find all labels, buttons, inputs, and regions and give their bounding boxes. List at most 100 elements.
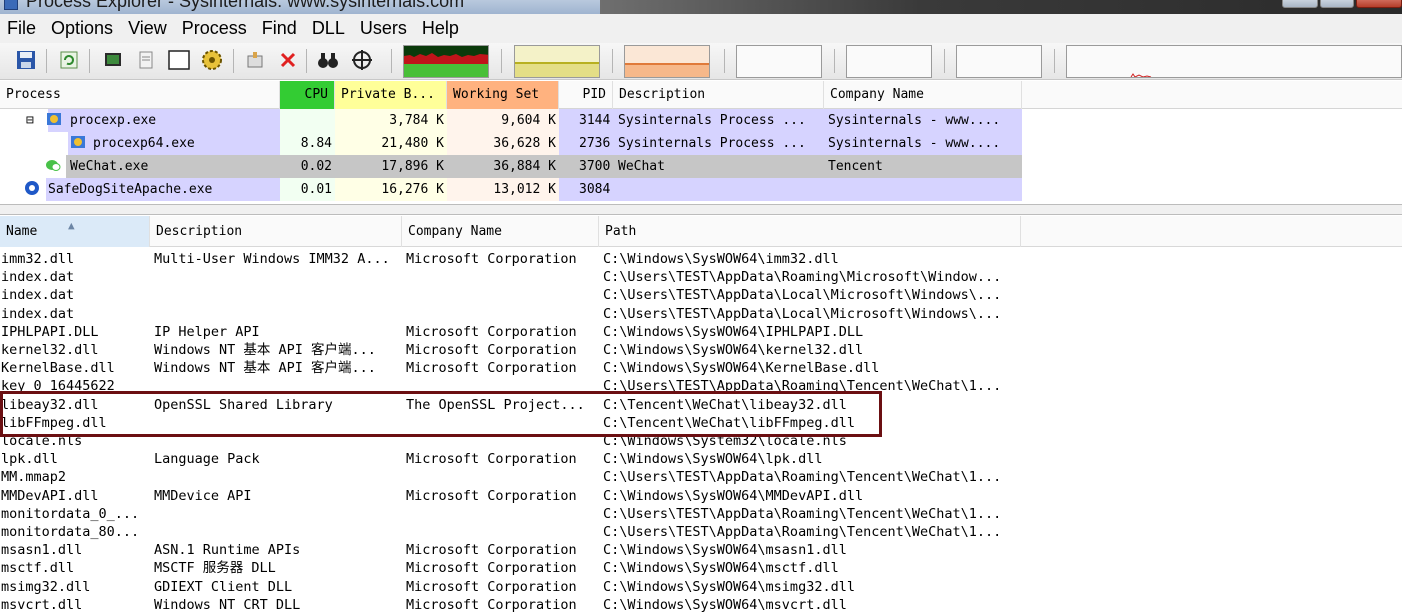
dll-row[interactable]: IPHLPAPI.DLL IP Helper API Microsoft Corpo… (0, 323, 1402, 341)
save-icon[interactable] (14, 48, 38, 72)
dll-company: Microsoft Corporation (406, 542, 577, 559)
dll-row[interactable]: MM.mmap2 C:\Users\TEST\AppData\Roaming\Te… (0, 468, 1402, 486)
dll-path: C:\Users\TEST\AppData\Roaming\Tencent\We… (603, 505, 1002, 522)
column-header-company-name[interactable]: Company Name (402, 216, 599, 247)
dll-path: C:\Windows\SysWOW64\kernel32.dll (603, 342, 864, 358)
company-value: Tencent (828, 159, 883, 174)
private-bytes-value: 16,276 K (381, 182, 444, 197)
dll-path: C:\Users\TEST\AppData\Local\Microsoft\Wi… (603, 305, 1002, 322)
maximize-button[interactable] (1320, 0, 1354, 8)
app-icon (4, 0, 18, 10)
dll-row[interactable]: index.dat C:\Users\TEST\AppData\Local\Mic… (0, 286, 1402, 304)
kill-process-icon[interactable] (276, 48, 300, 72)
process-name: procexp64.exe (93, 136, 195, 151)
process-list-header: Process CPU Private B... Working Set PID… (0, 81, 1402, 109)
column-header-working-set[interactable]: Working Set (447, 81, 559, 109)
column-header-process[interactable]: Process (0, 81, 280, 109)
tree-expander-icon[interactable]: ⊟ (26, 109, 34, 132)
dll-description: MMDevice API (154, 487, 252, 504)
pid-value: 3700 (579, 159, 611, 174)
dll-path: C:\Windows\SysWOW64\msctf.dll (603, 560, 839, 577)
dll-name: IPHLPAPI.DLL (1, 323, 99, 340)
close-button[interactable] (1356, 0, 1402, 8)
dll-row[interactable]: monitordata_80... C:\Users\TEST\AppData\R… (0, 523, 1402, 541)
menu-options[interactable]: Options (44, 18, 121, 39)
dll-name: msctf.dll (1, 560, 75, 577)
column-header-cpu[interactable]: CPU (280, 81, 335, 109)
dll-row[interactable]: msasn1.dll ASN.1 Runtime APIs Microsoft Co… (0, 541, 1402, 559)
wechat-icon (45, 155, 63, 178)
column-header-description[interactable]: Description (613, 81, 824, 109)
menu-find[interactable]: Find (255, 18, 305, 39)
menu-file[interactable]: File (0, 18, 44, 39)
dll-path: C:\Windows\SysWOW64\msasn1.dll (603, 542, 847, 559)
process-row[interactable]: procexp64.exe 8.84 21,480 K 36,628 K 273… (0, 132, 1402, 155)
cpu-value: 0.01 (300, 182, 332, 197)
menu-users[interactable]: Users (353, 18, 415, 39)
working-set-value: 36,628 K (493, 136, 556, 151)
working-set-value: 13,012 K (493, 182, 556, 197)
menu-bar: File Options View Process Find DLL Users… (0, 14, 1402, 43)
physical-memory-graph[interactable] (1066, 45, 1402, 78)
dll-row[interactable]: lpk.dll Language Pack Microsoft Corporatio… (0, 450, 1402, 468)
gear-icon[interactable] (200, 48, 224, 72)
dll-row[interactable]: MMDevAPI.dll MMDevice API Microsoft Corpor… (0, 487, 1402, 505)
process-row-selected[interactable]: WeChat.exe 0.02 17,896 K 36,884 K 3700 W… (0, 155, 1402, 178)
pane-splitter[interactable] (0, 204, 1402, 215)
find-binoculars-icon[interactable] (316, 48, 340, 72)
process-row[interactable]: ⊟ procexp.exe 3,784 K 9,604 K 3144 Sysin… (0, 109, 1402, 132)
process-row[interactable]: SafeDogSiteApache.exe 0.01 16,276 K 13,0… (0, 178, 1402, 201)
dll-path: C:\Windows\SysWOW64\IPHLPAPI.DLL (603, 323, 864, 340)
network-graph[interactable] (736, 45, 822, 78)
dll-path: C:\Windows\SysWOW64\MMDevAPI.dll (603, 487, 864, 504)
column-header-description[interactable]: Description (150, 216, 402, 247)
column-header-pid[interactable]: PID (559, 81, 613, 109)
cpu-value: 0.02 (300, 159, 332, 174)
working-set-value: 9,604 K (501, 113, 556, 128)
menu-view[interactable]: View (121, 18, 175, 39)
description-value: WeChat (618, 159, 665, 174)
dll-path: C:\Windows\SysWOW64\lpk.dll (603, 451, 823, 468)
system-info-icon[interactable] (101, 48, 125, 72)
description-value: Sysinternals Process ... (618, 136, 806, 151)
dll-path: C:\Users\TEST\AppData\Roaming\Tencent\We… (603, 469, 1002, 486)
dll-path: C:\Windows\SysWOW64\KernelBase.dll (603, 360, 880, 377)
dll-row[interactable]: msvcrt.dll Windows NT CRT DLL Microsoft Co… (0, 596, 1402, 612)
menu-process[interactable]: Process (175, 18, 255, 39)
dll-list-header: ▲ Name Description Company Name Path (0, 216, 1402, 247)
dll-row[interactable]: monitordata_0_... C:\Users\TEST\AppData\R… (0, 505, 1402, 523)
gpu-graph[interactable] (956, 45, 1042, 78)
handle-icon[interactable] (243, 48, 267, 72)
refresh-icon[interactable] (57, 48, 81, 72)
safedog-icon (24, 178, 42, 201)
menu-help[interactable]: Help (415, 18, 467, 39)
io-graph[interactable] (624, 45, 710, 78)
dll-row[interactable]: KernelBase.dll Windows NT 基本 API 客户端... Mi… (0, 359, 1402, 377)
dll-row[interactable]: kernel32.dll Windows NT 基本 API 客户端... Micr… (0, 341, 1402, 359)
private-bytes-value: 17,896 K (381, 159, 444, 174)
column-header-name[interactable]: ▲ Name (0, 216, 150, 247)
menu-dll[interactable]: DLL (305, 18, 353, 39)
dll-name: lpk.dll (1, 451, 58, 468)
column-header-company-name[interactable]: Company Name (824, 81, 1022, 109)
dll-row[interactable]: imm32.dll Multi-User Windows IMM32 A... Mi… (0, 250, 1402, 268)
dll-row[interactable]: msimg32.dll GDIEXT Client DLL Microsoft Co… (0, 578, 1402, 596)
dll-path: C:\Users\TEST\AppData\Roaming\Tencent\We… (603, 524, 1002, 540)
sort-ascending-icon: ▲ (68, 219, 75, 232)
minimize-button[interactable] (1282, 0, 1318, 8)
dll-row[interactable]: msctf.dll MSCTF 服务器 DLL Microsoft Corporat… (0, 559, 1402, 577)
column-header-private-bytes[interactable]: Private B... (335, 81, 447, 109)
crosshair-icon[interactable] (350, 48, 374, 72)
working-set-value: 36,884 K (493, 159, 556, 174)
column-header-path[interactable]: Path (599, 216, 1021, 247)
dll-company: Microsoft Corporation (406, 360, 577, 377)
dll-description: MSCTF 服务器 DLL (154, 560, 276, 577)
dll-row[interactable]: index.dat C:\Users\TEST\AppData\Roaming\M… (0, 268, 1402, 286)
disk-graph[interactable] (846, 45, 932, 78)
properties-icon[interactable] (134, 48, 158, 72)
cpu-usage-graph[interactable] (403, 45, 489, 78)
commit-graph[interactable] (514, 45, 600, 78)
dll-name: msvcrt.dll (1, 596, 83, 612)
dll-row[interactable]: index.dat C:\Users\TEST\AppData\Local\Mic… (0, 305, 1402, 323)
window-icon[interactable] (167, 48, 191, 72)
